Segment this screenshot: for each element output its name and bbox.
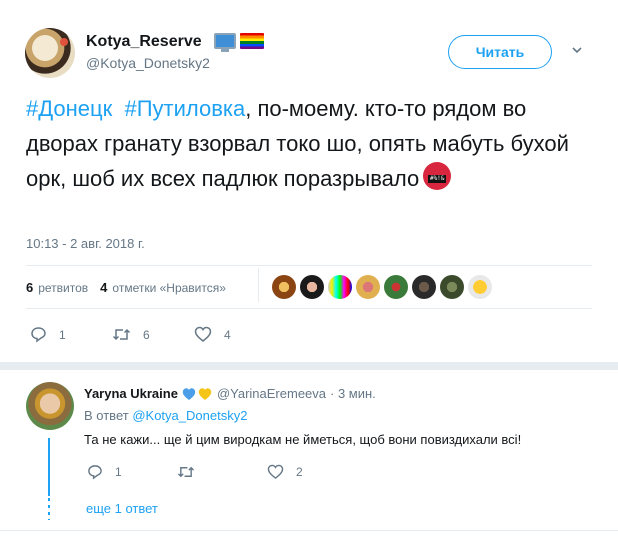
- tweet-stats: 6 ретвитов 4 отметки «Нравится»: [26, 280, 238, 295]
- reply-author-handle[interactable]: @YarinaEremeeva: [217, 386, 326, 401]
- liker-avatar[interactable]: [272, 275, 296, 299]
- thread-continuation-dots: [48, 498, 50, 520]
- retweet-button[interactable]: 6: [112, 326, 194, 343]
- liker-avatars: [272, 275, 492, 299]
- main-tweet: Kotya_Reserve @Kotya_Donetsky2 Читать #Д…: [0, 0, 618, 362]
- author-avatar[interactable]: [25, 28, 75, 78]
- rainbow-flag-icon: [240, 33, 264, 49]
- reply-reply-count: 1: [115, 465, 122, 479]
- retweets-count: 6: [26, 280, 34, 295]
- section-divider: [0, 362, 618, 370]
- reply-icon: [88, 465, 102, 480]
- thread-line: [48, 438, 50, 496]
- replying-prefix: В ответ: [84, 408, 129, 423]
- liker-avatar[interactable]: [356, 275, 380, 299]
- liker-avatar[interactable]: [384, 275, 408, 299]
- likes-label: отметки «Нравится»: [112, 281, 226, 295]
- tweet-text: #Донецк #Путиловка, по-моему. кто-то ряд…: [26, 91, 596, 196]
- reply-retweet-button[interactable]: [177, 464, 267, 480]
- hashtag-putilovka[interactable]: #Путиловка: [124, 96, 245, 121]
- name-badges: [214, 33, 264, 52]
- author-handle[interactable]: @Kotya_Donetsky2: [86, 55, 210, 71]
- tweet-timestamp[interactable]: 10:13 - 2 авг. 2018 г.: [26, 236, 145, 251]
- tweet-actions: 1 6 4: [30, 326, 276, 343]
- divider: [26, 308, 592, 309]
- replying-to: В ответ @Kotya_Donetsky2: [84, 408, 247, 423]
- like-button[interactable]: 4: [194, 326, 276, 343]
- reply-time[interactable]: · 3 мин.: [330, 386, 376, 401]
- retweet-count: 6: [143, 327, 150, 342]
- yellow-heart-icon: [198, 387, 212, 400]
- retweets-stat[interactable]: 6 ретвитов: [26, 280, 88, 295]
- stats-separator: [258, 268, 259, 302]
- follow-button[interactable]: Читать: [448, 35, 552, 69]
- author-name[interactable]: Kotya_Reserve: [86, 33, 202, 51]
- reply-count: 1: [59, 327, 66, 342]
- replying-to-mention[interactable]: @Kotya_Donetsky2: [132, 408, 247, 423]
- retweet-icon: [112, 328, 131, 341]
- likes-count: 4: [100, 280, 108, 295]
- reply-reply-button[interactable]: 1: [87, 464, 177, 480]
- retweet-icon: [177, 466, 195, 478]
- reply-button[interactable]: 1: [30, 326, 112, 343]
- liker-avatar[interactable]: [412, 275, 436, 299]
- reply-tweet[interactable]: Yaryna Ukraine @YarinaEremeeva · 3 мин. …: [0, 370, 618, 538]
- reply-author-name[interactable]: Yaryna Ukraine: [84, 386, 178, 401]
- reply-actions: 1 2: [87, 464, 357, 480]
- liker-avatar[interactable]: [468, 275, 492, 299]
- like-count: 4: [224, 327, 231, 342]
- liker-avatar[interactable]: [300, 275, 324, 299]
- face-with-symbols-icon: [423, 162, 452, 190]
- reply-like-button[interactable]: 2: [267, 464, 357, 480]
- divider: [0, 530, 618, 531]
- blue-heart-icon: [182, 387, 196, 400]
- likes-stat[interactable]: 4 отметки «Нравится»: [100, 280, 226, 295]
- reply-like-count: 2: [296, 465, 303, 479]
- reply-text: Та не кажи... ще й цим виродкам не йметь…: [84, 432, 522, 447]
- reply-header: Yaryna Ukraine @YarinaEremeeva · 3 мин.: [84, 386, 376, 401]
- computer-icon: [214, 33, 236, 52]
- divider: [26, 265, 592, 266]
- heart-icon: [194, 326, 212, 342]
- liker-avatar[interactable]: [328, 275, 352, 299]
- reply-author-avatar[interactable]: [26, 382, 74, 430]
- reply-icon: [31, 327, 46, 343]
- retweets-label: ретвитов: [38, 281, 89, 295]
- liker-avatar[interactable]: [440, 275, 464, 299]
- heart-icon: [267, 464, 284, 480]
- more-replies-link[interactable]: еще 1 ответ: [86, 501, 158, 516]
- chevron-down-icon[interactable]: [571, 44, 583, 56]
- hashtag-donetsk[interactable]: #Донецк: [26, 96, 112, 121]
